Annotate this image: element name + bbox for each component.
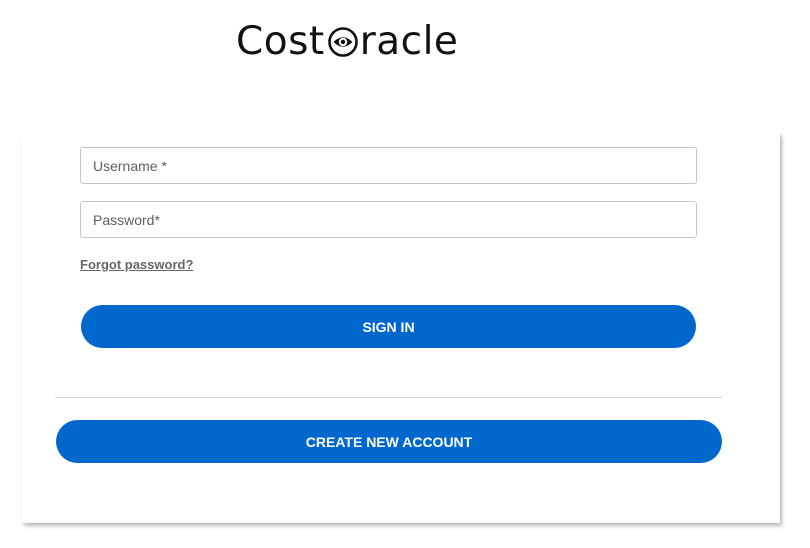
password-input[interactable] [80, 201, 697, 238]
create-account-button[interactable]: CREATE NEW ACCOUNT [56, 420, 722, 463]
username-input[interactable] [80, 147, 697, 184]
sign-in-button[interactable]: SIGN IN [81, 305, 696, 348]
eye-o-icon [327, 26, 359, 58]
divider [55, 397, 722, 398]
logo-text-end: racle [359, 18, 459, 64]
forgot-password-link[interactable]: Forgot password? [80, 257, 193, 272]
logo-text-start: Cost [236, 18, 325, 64]
costoracle-logo: Cost racle [236, 18, 458, 64]
